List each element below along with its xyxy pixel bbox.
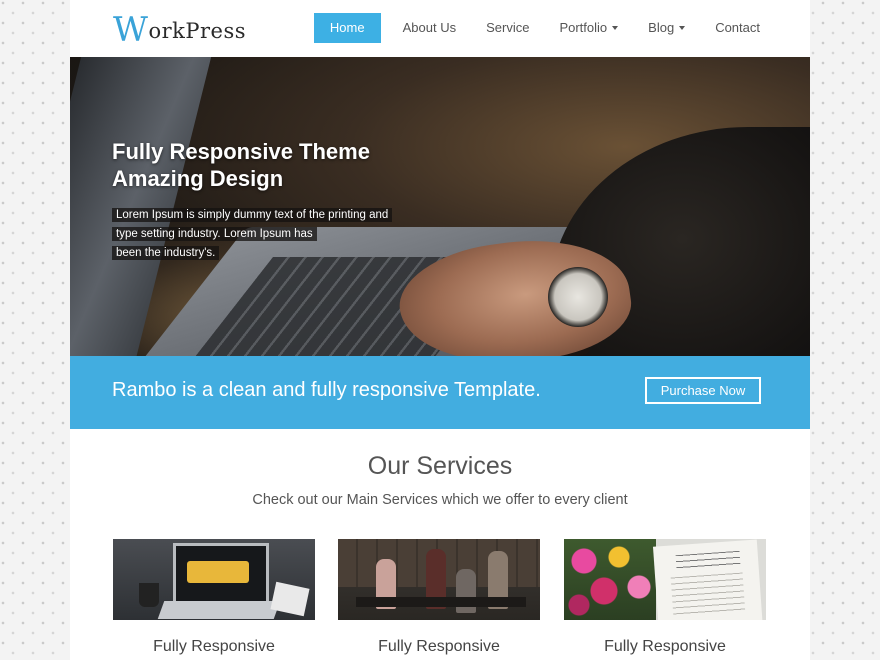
- nav-item-about-us[interactable]: About Us: [389, 13, 470, 43]
- nav-item-service[interactable]: Service: [472, 13, 543, 43]
- sofa-picture: [187, 561, 249, 583]
- nav-label: About Us: [402, 20, 457, 35]
- hero-title-line: Amazing Design: [112, 166, 284, 191]
- hero-text-line: type setting industry. Lorem Ipsum has: [112, 227, 317, 241]
- service-card[interactable]: Fully Responsive: [113, 539, 315, 656]
- hero-title-line: Fully Responsive Theme: [112, 139, 370, 164]
- nav-item-home[interactable]: Home: [313, 13, 381, 43]
- coffee-cup: [139, 583, 159, 607]
- wristwatch: [548, 267, 608, 327]
- hero-description: Lorem Ipsum is simply dummy text of the …: [112, 206, 412, 263]
- bench: [356, 597, 526, 607]
- page-container: WorkPress Home About Us Service Portfoli…: [70, 0, 810, 660]
- flower-bouquet: [564, 539, 656, 620]
- service-card[interactable]: Fully Responsive: [338, 539, 540, 656]
- service-card-image[interactable]: [113, 539, 315, 620]
- nav-label: Home: [329, 20, 365, 35]
- service-card-title[interactable]: Fully Responsive: [113, 638, 315, 656]
- nav-label: Service: [486, 20, 530, 35]
- hero-slider: Fully Responsive Theme Amazing Design Lo…: [70, 57, 810, 356]
- nav-label: Blog: [648, 20, 675, 35]
- laptop-keyboard: [157, 601, 281, 619]
- service-card-image[interactable]: [564, 539, 766, 620]
- services-subtitle: Check out our Main Services which we off…: [252, 492, 628, 508]
- nav-label: Portfolio: [559, 20, 608, 35]
- logo-initial: W: [113, 10, 149, 50]
- service-card[interactable]: Fully Responsive: [564, 539, 766, 656]
- service-card-image[interactable]: [338, 539, 540, 620]
- callout-text: Rambo is a clean and fully responsive Te…: [112, 379, 541, 401]
- caret-down-icon: [612, 26, 619, 30]
- site-logo[interactable]: WorkPress: [113, 10, 246, 50]
- main-nav: Home About Us Service Portfolio Blog Con…: [312, 13, 774, 43]
- callout-bar: Rambo is a clean and fully responsive Te…: [70, 356, 810, 429]
- nav-item-contact[interactable]: Contact: [701, 13, 774, 43]
- service-card-title[interactable]: Fully Responsive: [564, 638, 766, 656]
- nav-item-portfolio[interactable]: Portfolio: [545, 13, 632, 43]
- hero-text-line: been the industry's.: [112, 246, 220, 260]
- services-title: Our Services: [367, 452, 513, 480]
- site-header: WorkPress Home About Us Service Portfoli…: [70, 0, 810, 57]
- logo-text: orkPress: [148, 19, 247, 43]
- letter-text-lines: [670, 572, 746, 618]
- nav-item-blog[interactable]: Blog: [634, 13, 699, 43]
- caret-down-icon: [679, 26, 686, 30]
- purchase-now-button[interactable]: Purchase Now: [645, 377, 761, 404]
- nav-label: Contact: [715, 20, 760, 35]
- service-card-title[interactable]: Fully Responsive: [338, 638, 540, 656]
- hero-text-line: Lorem Ipsum is simply dummy text of the …: [112, 208, 393, 222]
- hero-title: Fully Responsive Theme Amazing Design: [112, 138, 452, 192]
